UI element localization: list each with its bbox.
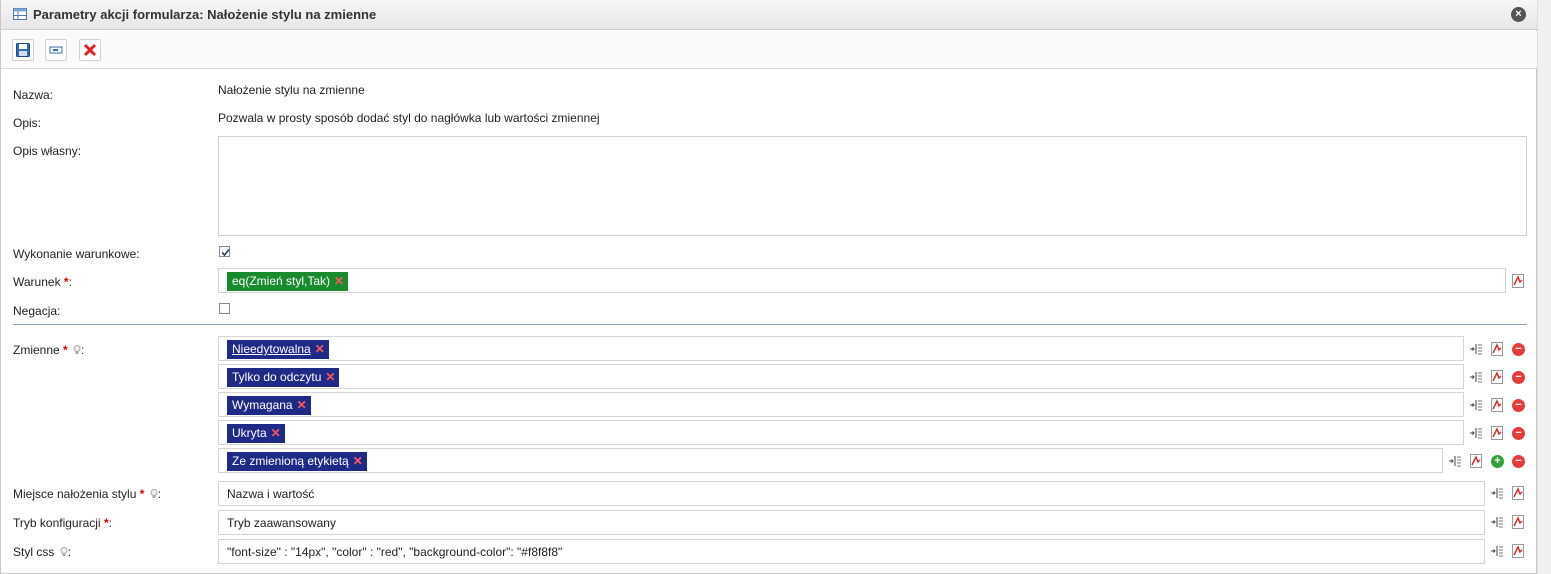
pdf-edit-icon[interactable]	[1511, 544, 1525, 558]
pdf-edit-icon[interactable]	[1490, 342, 1504, 356]
vertical-scrollbar[interactable]	[1537, 0, 1551, 574]
required-mark: *	[63, 343, 68, 357]
add-row-icon[interactable]: +	[1491, 455, 1504, 468]
zmienna-tag[interactable]: Nieedytowalna ✕	[227, 340, 329, 359]
nazwa-label: Nazwa:	[13, 88, 54, 102]
insert-variable-icon[interactable]	[1490, 515, 1504, 529]
pdf-edit-icon[interactable]	[1490, 370, 1504, 384]
insert-variable-icon[interactable]	[1469, 342, 1483, 356]
zmienna-tag[interactable]: Wymagana ✕	[227, 396, 311, 415]
zmienna-tag[interactable]: Ze zmienioną etykietą ✕	[227, 452, 367, 471]
remove-row-icon[interactable]: −	[1512, 371, 1525, 384]
wykonanie-warunkowe-label: Wykonanie warunkowe:	[13, 247, 140, 261]
styl-css-field[interactable]: "font-size" : "14px", "color" : "red", "…	[218, 539, 1485, 564]
hint-bulb-icon	[73, 344, 81, 354]
warunek-tag[interactable]: eq(Zmień styl,Tak) ✕	[227, 272, 349, 291]
pdf-edit-icon[interactable]	[1511, 515, 1525, 529]
zmienna-row-4[interactable]: Ukryta ✕	[218, 420, 1464, 445]
required-mark: *	[139, 487, 145, 501]
remove-tag-icon[interactable]: ✕	[297, 398, 307, 412]
save-icon	[16, 43, 30, 57]
table-icon	[13, 8, 27, 20]
close-icon[interactable]: ×	[1511, 7, 1526, 22]
styl-css-value: "font-size" : "14px", "color" : "red", "…	[227, 545, 563, 559]
opis-wlasny-textarea[interactable]	[218, 136, 1527, 236]
negacja-checkbox[interactable]	[219, 303, 230, 314]
hint-bulb-icon	[60, 546, 68, 556]
miejsce-field[interactable]: Nazwa i wartość	[218, 481, 1485, 506]
remove-tag-icon[interactable]: ✕	[353, 454, 363, 468]
warunek-label: Warunek *:	[13, 275, 72, 289]
opis-label: Opis:	[13, 116, 42, 130]
negacja-label: Negacja:	[13, 304, 61, 318]
pdf-edit-icon[interactable]	[1490, 398, 1504, 412]
zmienna-tag[interactable]: Tylko do odczytu ✕	[227, 368, 340, 387]
tryb-field[interactable]: Tryb zaawansowany	[218, 510, 1485, 535]
zmienna-row-5[interactable]: Ze zmienioną etykietą ✕	[218, 448, 1443, 473]
miejsce-value: Nazwa i wartość	[227, 487, 315, 501]
remove-tag-icon[interactable]: ✕	[334, 274, 344, 288]
insert-variable-icon[interactable]	[1469, 398, 1483, 412]
checkmark-icon	[221, 248, 230, 257]
opis-value: Pozwala w prosty sposób dodać styl do na…	[218, 111, 600, 125]
tryb-value: Tryb zaawansowany	[227, 516, 336, 530]
remove-row-icon[interactable]: −	[1512, 455, 1525, 468]
tryb-label: Tryb konfiguracji *:	[13, 516, 112, 530]
insert-variable-icon[interactable]	[1490, 486, 1504, 500]
pdf-edit-icon[interactable]	[1511, 486, 1525, 500]
remove-row-icon[interactable]: −	[1512, 343, 1525, 356]
pdf-edit-icon[interactable]	[1511, 274, 1525, 288]
hint-bulb-icon	[150, 488, 158, 498]
remove-tag-icon[interactable]: ✕	[271, 426, 281, 440]
warunek-field[interactable]: eq(Zmień styl,Tak) ✕	[218, 268, 1506, 293]
toolbar	[1, 31, 1537, 69]
field-button[interactable]	[45, 39, 67, 61]
delete-icon	[83, 43, 97, 57]
title-bar: Parametry akcji formularza: Nałożenie st…	[1, 0, 1537, 30]
miejsce-label: Miejsce nałożenia stylu * :	[13, 487, 162, 501]
section-divider	[13, 324, 1527, 325]
zmienne-label: Zmienne * :	[13, 343, 85, 357]
pdf-edit-icon[interactable]	[1469, 454, 1483, 468]
save-button[interactable]	[12, 39, 34, 61]
zmienna-row-2[interactable]: Tylko do odczytu ✕	[218, 364, 1464, 389]
nazwa-value: Nałożenie stylu na zmienne	[218, 83, 365, 97]
insert-variable-icon[interactable]	[1469, 370, 1483, 384]
remove-row-icon[interactable]: −	[1512, 427, 1525, 440]
insert-variable-icon[interactable]	[1490, 544, 1504, 558]
field-icon	[49, 46, 63, 54]
insert-variable-icon[interactable]	[1448, 454, 1462, 468]
zmienna-tag[interactable]: Ukryta ✕	[227, 424, 285, 443]
styl-css-label: Styl css :	[13, 545, 72, 559]
pdf-edit-icon[interactable]	[1490, 426, 1504, 440]
remove-row-icon[interactable]: −	[1512, 399, 1525, 412]
dialog-title: Parametry akcji formularza: Nałożenie st…	[33, 7, 377, 22]
dialog-window: Parametry akcji formularza: Nałożenie st…	[0, 0, 1537, 574]
opis-wlasny-label: Opis własny:	[13, 144, 82, 158]
wykonanie-warunkowe-checkbox[interactable]	[219, 246, 230, 257]
delete-button[interactable]	[79, 39, 101, 61]
remove-tag-icon[interactable]: ✕	[315, 342, 325, 356]
remove-tag-icon[interactable]: ✕	[325, 370, 335, 384]
zmienna-row-1[interactable]: Nieedytowalna ✕	[218, 336, 1464, 361]
zmienna-row-3[interactable]: Wymagana ✕	[218, 392, 1464, 417]
insert-variable-icon[interactable]	[1469, 426, 1483, 440]
